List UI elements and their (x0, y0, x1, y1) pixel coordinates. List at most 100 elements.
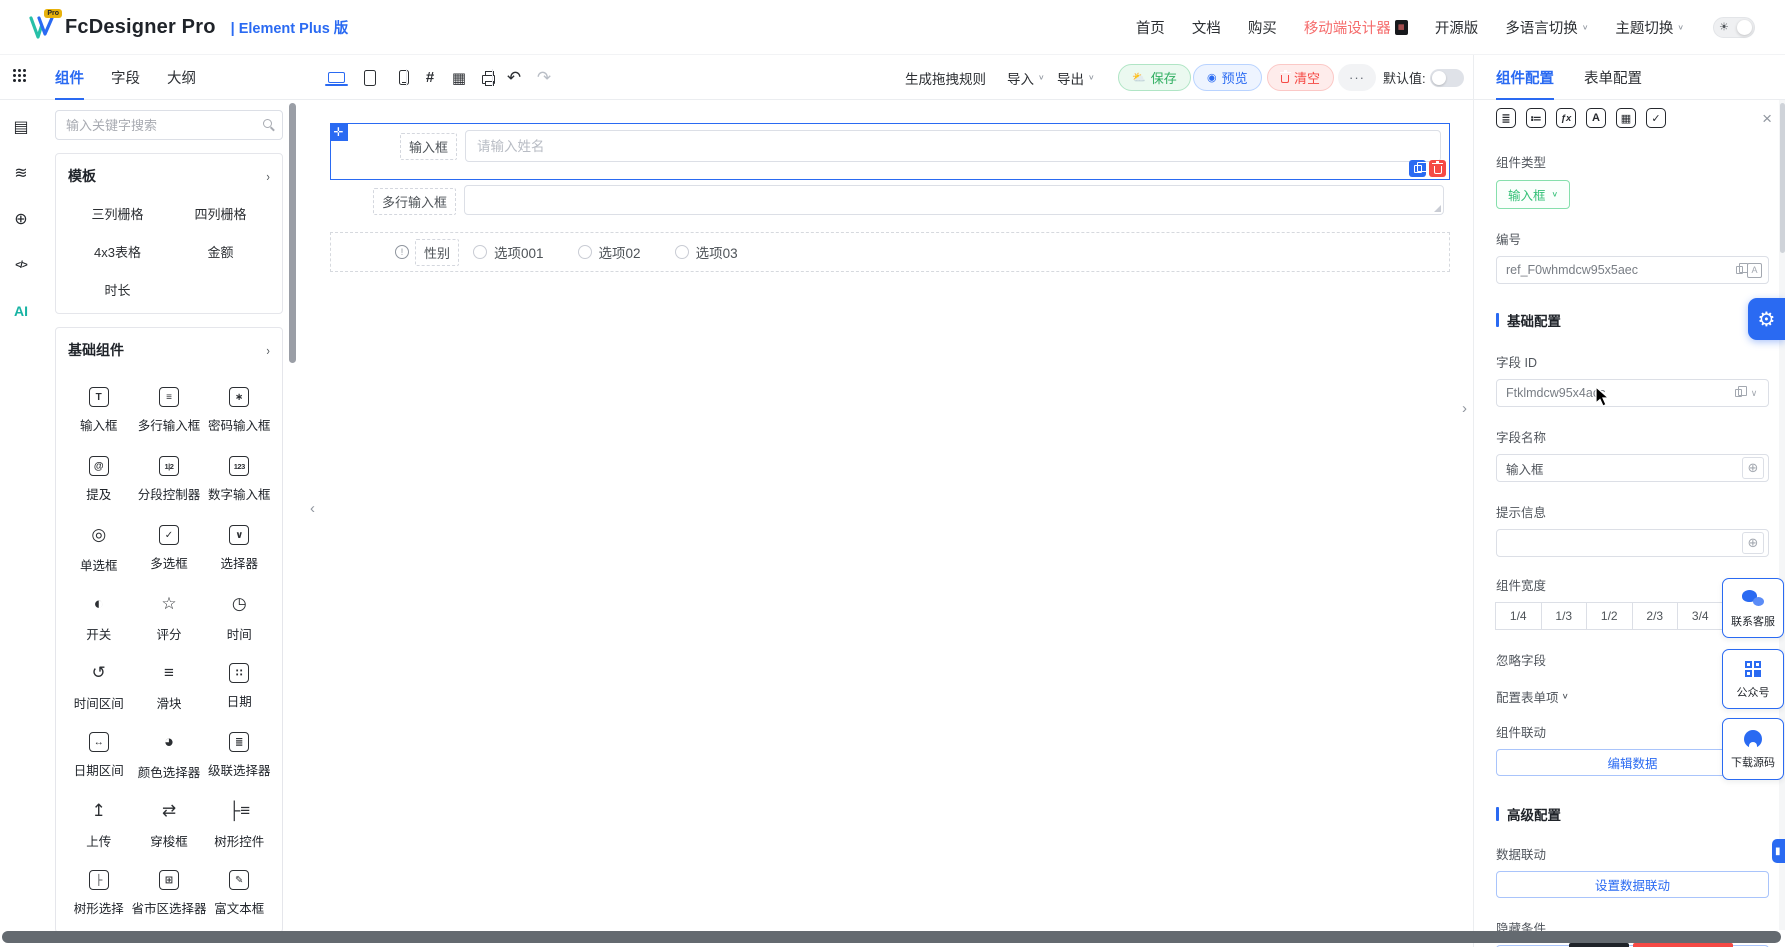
component-item[interactable]: ∨ 选择器 (207, 514, 273, 583)
component-item[interactable]: ├≡ 树形控件 (207, 790, 273, 859)
redo-icon[interactable]: ↷ (534, 68, 554, 88)
apps-grid-icon[interactable] (13, 69, 27, 83)
drag-handle[interactable]: ✛ (330, 123, 348, 141)
component-item[interactable]: ◷ 时间 (207, 583, 273, 652)
form-config-icon[interactable]: ≣ (1496, 108, 1516, 128)
close-icon[interactable]: × (1762, 110, 1772, 127)
form-canvas[interactable]: ‹ ✛ 输入框 多行输入框 ! 性别 (302, 100, 1473, 930)
component-item[interactable]: T 输入框 (66, 376, 131, 445)
radio-field-label[interactable]: 性别 (415, 239, 459, 266)
radio-option[interactable]: 选项001 (473, 242, 544, 262)
ai-icon[interactable]: AI (10, 300, 32, 322)
printer-icon[interactable] (478, 68, 498, 88)
radio-circle-icon[interactable] (675, 245, 689, 259)
more-actions-button[interactable]: ··· (1338, 64, 1376, 91)
right-tab[interactable]: 表单配置 (1584, 55, 1642, 100)
left-tab[interactable]: 组件 (55, 55, 84, 100)
template-item[interactable]: 四列栅格 (169, 204, 272, 223)
undo-icon[interactable]: ↶ (504, 68, 524, 88)
component-search[interactable] (55, 110, 283, 140)
component-item[interactable]: ├ 树形选择 (66, 859, 131, 928)
component-item[interactable]: ⊞ 省市区选择器 (131, 859, 206, 928)
import-dropdown[interactable]: 导入∨ (1007, 55, 1045, 100)
chevron-down-icon[interactable]: ∨ (1746, 384, 1762, 402)
component-item[interactable]: 1|2 分段控制器 (131, 445, 206, 514)
ref-input[interactable]: ref_F0whmdcw95x5aec A (1496, 256, 1769, 284)
textarea-component[interactable]: 多行输入框 (330, 185, 1450, 215)
name-input[interactable] (465, 130, 1441, 162)
component-item[interactable]: ✎ 富文本框 (207, 859, 273, 928)
book-icon[interactable]: ▤ (10, 116, 32, 138)
grid-icon[interactable]: # (420, 68, 440, 88)
component-item[interactable]: ↥ 上传 (66, 790, 131, 859)
preview-button[interactable]: ◉ 预览 (1193, 64, 1262, 91)
shield-check-icon[interactable]: ✓ (1646, 108, 1666, 128)
left-tab[interactable]: 字段 (111, 55, 140, 100)
copy-icon[interactable] (1730, 384, 1746, 402)
component-item[interactable]: ✓ 多选框 (131, 514, 206, 583)
left-tab[interactable]: 大纲 (167, 55, 196, 100)
nav-item[interactable]: 首页 (1136, 17, 1165, 38)
collapse-left-icon[interactable]: ‹ (310, 500, 315, 517)
font-a-icon[interactable]: A (1747, 263, 1762, 278)
component-item[interactable]: @ 提及 (66, 445, 131, 514)
component-item[interactable]: ∗ 密码输入框 (207, 376, 273, 445)
component-item[interactable]: ↔ 日期区间 (66, 721, 131, 790)
width-option[interactable]: 1/2 (1586, 602, 1633, 630)
basic-card-header[interactable]: 基础组件 › (66, 340, 272, 362)
component-item[interactable]: ≡ 滑块 (131, 652, 206, 721)
tip-input[interactable]: ⊕ (1496, 529, 1769, 557)
table-icon[interactable]: ▦ (1616, 108, 1636, 128)
nav-item[interactable]: 主题切换 ∨ (1615, 17, 1684, 38)
export-dropdown[interactable]: 导出∨ (1057, 55, 1095, 100)
component-item[interactable]: ⇄ 穿梭框 (131, 790, 206, 859)
fx-icon[interactable]: ƒx (1556, 108, 1576, 128)
field-name-input[interactable]: 输入框 ⊕ (1496, 454, 1769, 482)
globe-icon[interactable]: ⊕ (1742, 457, 1764, 479)
nav-item[interactable]: 开源版 (1435, 17, 1479, 38)
delete-component-button[interactable] (1429, 160, 1446, 177)
component-item[interactable]: 123 数字输入框 (207, 445, 273, 514)
width-option[interactable]: 3/4 (1677, 602, 1724, 630)
width-option[interactable]: 1/4 (1495, 602, 1542, 630)
theme-toggle[interactable]: ☀ (1713, 17, 1755, 38)
component-item[interactable]: ◕ 颜色选择器 (131, 721, 206, 790)
nav-item[interactable]: 购买 (1248, 17, 1277, 38)
copy-icon[interactable] (1731, 261, 1747, 279)
horizontal-scrollbar[interactable] (2, 931, 1781, 943)
input-field-label[interactable]: 输入框 (400, 133, 457, 160)
radio-component[interactable]: ! 性别 选项001 选项02 选项03 (330, 232, 1450, 272)
left-panel-scrollbar[interactable] (289, 103, 296, 363)
radio-circle-icon[interactable] (473, 245, 487, 259)
component-item[interactable]: ∷ 日期 (207, 652, 273, 721)
field-id-input[interactable]: Ftklmdcw95x4acc ∨ (1496, 379, 1769, 407)
width-option[interactable]: 1/3 (1541, 602, 1588, 630)
contact-support-widget[interactable]: 联系客服 (1722, 578, 1784, 638)
clear-button[interactable]: 清空 (1267, 64, 1334, 91)
copy-component-button[interactable] (1409, 160, 1426, 177)
right-panel-scrollbar[interactable] (1780, 103, 1785, 253)
layout-grid-icon[interactable]: ▦ (449, 68, 469, 88)
component-item[interactable]: ≣ 级联选择器 (207, 721, 273, 790)
component-item[interactable]: ☆ 评分 (131, 583, 206, 652)
radio-circle-icon[interactable] (578, 245, 592, 259)
component-type-select[interactable]: 输入框 ∨ (1496, 180, 1570, 209)
textarea-field-label[interactable]: 多行输入框 (373, 188, 456, 215)
component-item[interactable]: ◐ 开关 (66, 583, 131, 652)
selected-input-component[interactable]: ✛ 输入框 (330, 123, 1450, 180)
default-value-toggle[interactable] (1430, 69, 1464, 87)
template-item[interactable]: 三列栅格 (66, 204, 169, 223)
template-item[interactable]: 4x3表格 (66, 242, 169, 261)
template-card-header[interactable]: 模板 › (66, 166, 272, 188)
nav-item[interactable]: 多语言切换 ∨ (1505, 17, 1588, 38)
phone-view-icon[interactable] (394, 68, 414, 88)
official-account-widget[interactable]: 公众号 (1722, 649, 1784, 709)
globe-icon[interactable]: ⊕ (10, 208, 32, 230)
radio-option[interactable]: 选项03 (675, 242, 738, 262)
template-item[interactable]: 时长 (66, 280, 169, 299)
template-item[interactable]: 金额 (169, 242, 272, 261)
settings-gear-button[interactable]: ⚙ (1748, 298, 1785, 340)
chart-widget-cut[interactable]: ▮ (1772, 839, 1785, 863)
code-icon[interactable]: </> (10, 254, 32, 276)
desktop-view-icon[interactable] (326, 68, 346, 88)
